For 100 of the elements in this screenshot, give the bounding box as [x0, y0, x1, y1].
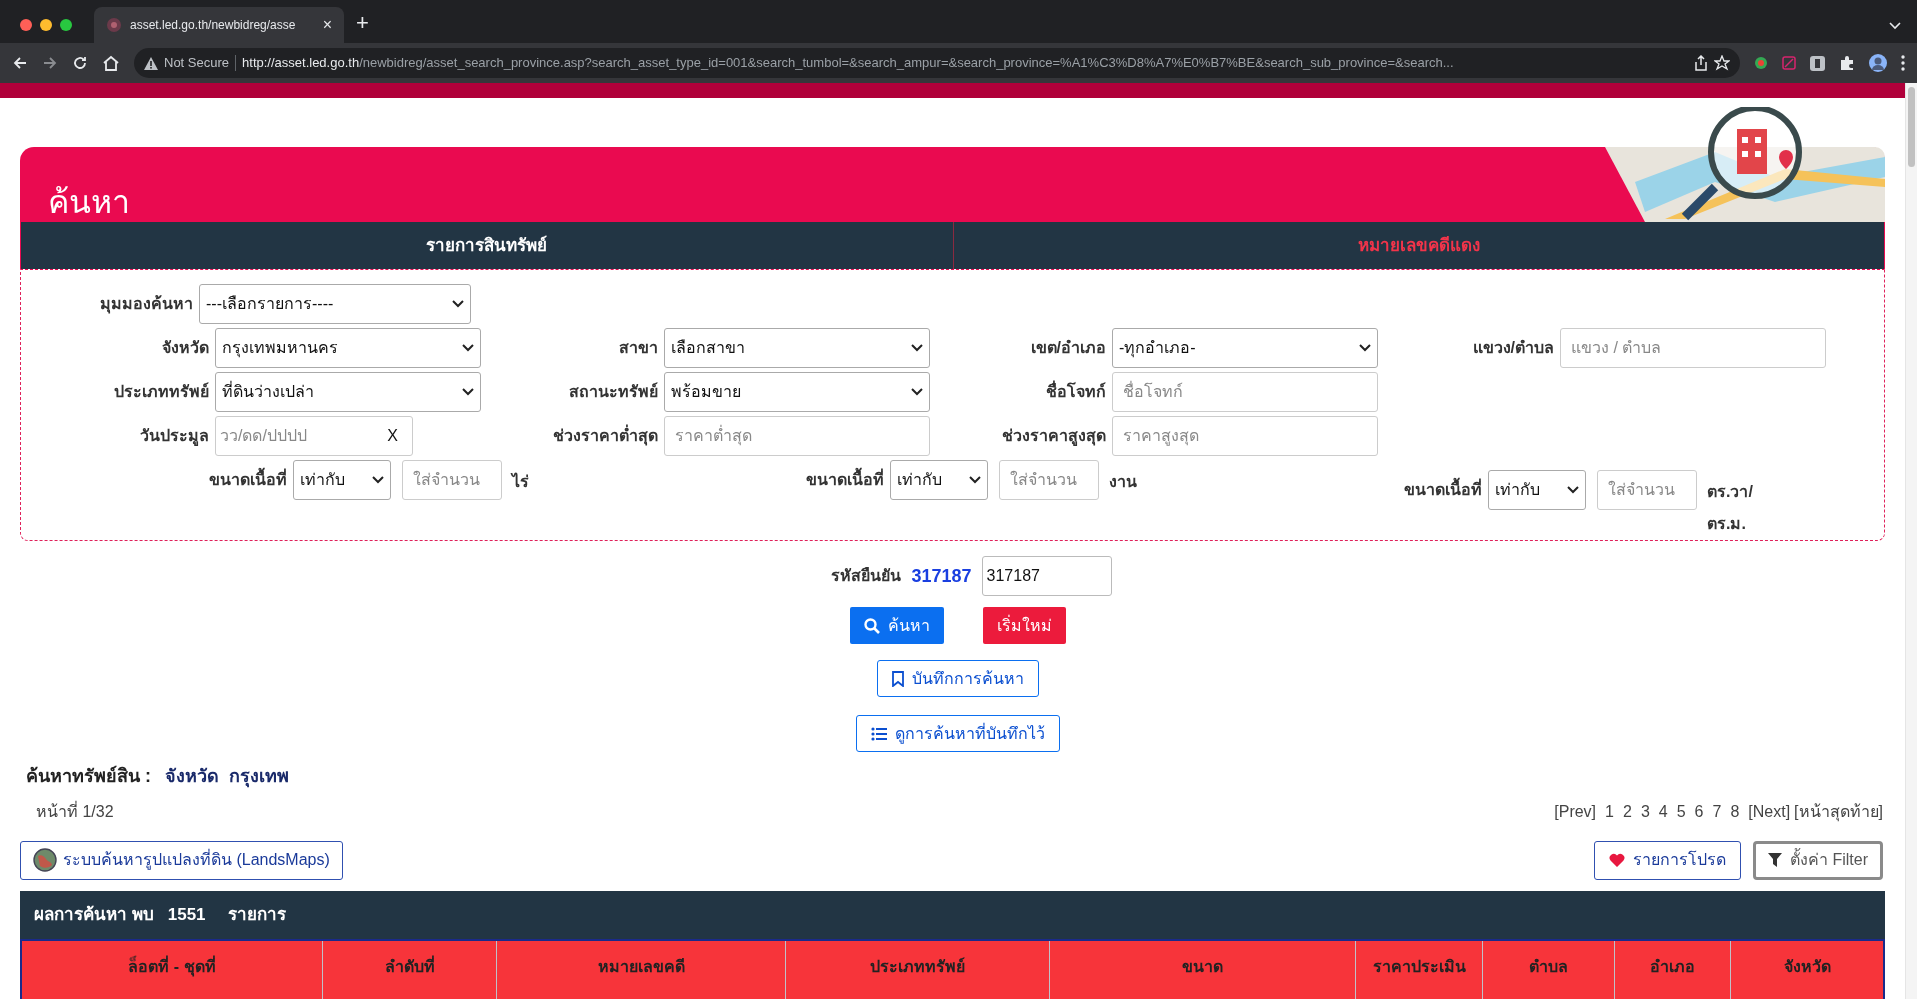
unit-label: ไร่ — [512, 471, 530, 492]
dropdown[interactable]: เท่ากับ — [293, 460, 391, 500]
pagination-link[interactable]: [Next] — [1748, 800, 1791, 824]
back-icon[interactable] — [12, 55, 28, 71]
input-field[interactable]: ชื่อโจทก์ — [1112, 372, 1378, 412]
date-field[interactable]: วว/ดด/ปปปป X — [215, 416, 413, 456]
view-saved-button[interactable]: ดูการค้นหาที่บันทึกไว้ — [855, 715, 1060, 752]
unit-label: งาน — [1109, 472, 1138, 492]
input-field[interactable]: ใส่จำนวน — [999, 460, 1099, 500]
avatar-icon[interactable] — [1869, 54, 1887, 72]
caret-icon — [1359, 344, 1371, 352]
caret-icon — [372, 476, 384, 484]
input-field[interactable]: ราคาสูงสุด — [1112, 416, 1378, 456]
field-label: ขนาดเนื้อที่ — [1404, 478, 1482, 502]
bookmark-icon — [891, 670, 904, 687]
input-field[interactable]: ราคาต่ำสุด — [664, 416, 930, 456]
results-count: 1551 — [167, 904, 206, 927]
caret-icon — [462, 388, 474, 396]
tab[interactable]: รายการสินทรัพย์ — [21, 222, 953, 269]
column-header: ลำดับที่ — [322, 941, 496, 999]
save-search-button[interactable]: บันทึกการค้นหา — [876, 660, 1039, 697]
input-field[interactable]: ใส่จำนวน — [402, 460, 502, 500]
field-label: วันประมูล — [139, 426, 210, 448]
address-bar[interactable]: Not Secure http://asset.led.go.th/newbidreg/asset_search_province.asp?search_asset_type_id=001&search_tumbol=&search_ampur=&search_province=%A1%C3%D8%A7%E0%B7%BE&search_sub_province=&search... — [134, 48, 1740, 78]
share-icon[interactable] — [1694, 55, 1708, 71]
field-label: ช่วงราคาสูงสุด — [1001, 426, 1107, 448]
column-header: ตำบล — [1482, 941, 1614, 999]
landsmaps-button[interactable]: ระบบค้นหารูปแปลงที่ดิน (LandsMaps) — [20, 840, 343, 880]
page-indicator: หน้าที่ 1/32 — [36, 800, 114, 822]
page-number-link[interactable]: 5 — [1676, 800, 1686, 824]
home-icon[interactable] — [102, 55, 120, 71]
view-select[interactable]: ---เลือกรายการ---- — [199, 284, 471, 324]
pagination-link[interactable]: [หน้าสุดท้าย] — [1794, 800, 1883, 824]
field-label: ขนาดเนื้อที่ — [806, 468, 884, 492]
captcha-code: 317187 — [911, 564, 972, 588]
dropdown[interactable]: พร้อมขาย — [664, 372, 930, 412]
clear-button[interactable]: X — [387, 424, 398, 448]
dropdown[interactable]: เลือกสาขา — [664, 328, 930, 368]
summary-field: จังหวัด — [165, 762, 219, 790]
caret-icon — [911, 388, 923, 396]
field-label: ขนาดเนื้อที่ — [209, 468, 287, 492]
dropdown[interactable]: กรุงเทพมหานคร — [215, 328, 481, 368]
reset-button[interactable]: เริ่มใหม่ — [982, 607, 1066, 644]
field-label: จังหวัด — [161, 338, 210, 358]
puzzle-icon[interactable] — [1839, 55, 1855, 71]
caret-icon — [452, 300, 464, 308]
captcha-label: รหัสยืนยัน — [831, 566, 902, 586]
favorites-button[interactable]: รายการโปรด — [1594, 840, 1741, 880]
captcha-input[interactable]: 317187 — [981, 556, 1112, 596]
field-label: ช่วงราคาต่ำสุด — [481, 424, 664, 448]
field-label: สถานะทรัพย์ — [568, 381, 659, 402]
caret-icon — [969, 476, 981, 484]
page-number-link[interactable]: 8 — [1730, 800, 1740, 824]
search-button[interactable]: ค้นหา — [849, 607, 944, 644]
scrollbar[interactable] — [1905, 83, 1917, 999]
menu-icon[interactable] — [1901, 55, 1905, 71]
field-label: มุมมองค้นหา — [99, 294, 194, 316]
extension-icon[interactable] — [1810, 55, 1825, 71]
column-header: ล็อตที่ - ชุดที่ — [22, 941, 322, 999]
dropdown[interactable]: ที่ดินว่างเปล่า — [215, 372, 481, 412]
pagination-link[interactable]: [Prev] — [1554, 800, 1597, 824]
star-icon[interactable] — [1714, 55, 1730, 71]
summary-label: ค้นหาทรัพย์สิน : — [26, 764, 151, 788]
field-label: ชื่อโจทก์ — [930, 380, 1112, 404]
page-number-link[interactable]: 7 — [1712, 800, 1722, 824]
dropdown[interactable]: เท่ากับ — [1488, 470, 1586, 510]
tab-search-icon[interactable] — [1889, 22, 1901, 30]
dropdown[interactable]: -ทุกอำเภอ- — [1112, 328, 1378, 368]
column-header: ขนาด — [1049, 941, 1355, 999]
page-title: ค้นหา — [48, 186, 130, 218]
window-control-icon[interactable] — [60, 19, 72, 31]
close-tab-button[interactable]: × — [322, 13, 332, 37]
input-field[interactable]: ใส่จำนวน — [1597, 470, 1697, 510]
caret-icon — [462, 344, 474, 352]
search-icon — [863, 617, 880, 634]
page-number-link[interactable]: 6 — [1694, 800, 1704, 824]
page-number-link[interactable]: 3 — [1640, 800, 1650, 824]
unit-label: ตร.วา/ ตร.ม. — [1707, 482, 1751, 534]
column-header: ราคาประเมิน — [1355, 941, 1482, 999]
extension-icon[interactable] — [1754, 56, 1768, 70]
warning-icon — [144, 56, 158, 70]
column-header: อำเภอ — [1614, 941, 1730, 999]
browser-tab[interactable]: asset.led.go.th/newbidreg/asse × — [94, 7, 344, 43]
forward-icon[interactable] — [42, 55, 58, 71]
field-label: เขต/อำเภอ — [1029, 338, 1107, 358]
filter-button[interactable]: ตั้งค่า Filter — [1753, 840, 1883, 880]
field-label: แขวง/ตำบล — [1471, 338, 1555, 358]
window-control-icon[interactable] — [20, 19, 32, 31]
page-number-link[interactable]: 1 — [1605, 800, 1614, 824]
site-icon — [106, 17, 122, 33]
dropdown[interactable]: เท่ากับ — [890, 460, 988, 500]
page-number-link[interactable]: 4 — [1658, 800, 1668, 824]
summary-value: กรุงเทพ — [229, 764, 289, 790]
column-header: จังหวัด — [1730, 941, 1883, 999]
window-control-icon[interactable] — [40, 19, 52, 31]
page-number-link[interactable]: 2 — [1622, 800, 1632, 824]
reload-icon[interactable] — [72, 55, 88, 71]
input-field[interactable]: แขวง / ตำบล — [1560, 328, 1826, 368]
new-tab-button[interactable]: + — [356, 6, 369, 39]
results-unit: รายการ — [227, 904, 286, 927]
